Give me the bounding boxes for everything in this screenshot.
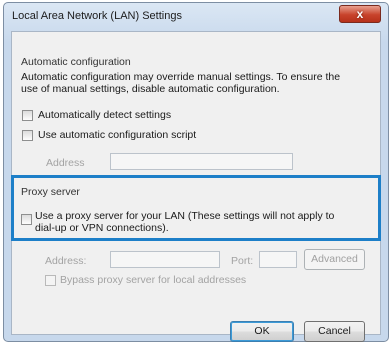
proxy-address-label: Address: — [45, 255, 87, 267]
cancel-button[interactable]: Cancel — [304, 321, 365, 342]
use-proxy-checkbox[interactable] — [21, 214, 32, 225]
use-proxy-label-line1[interactable]: Use a proxy server for your LAN (These s… — [35, 210, 334, 222]
automatic-description-line2: use of manual settings, disable automati… — [21, 83, 280, 95]
lan-settings-dialog: Local Area Network (LAN) Settings x Auto… — [3, 2, 389, 342]
automatic-configuration-group-label: Automatic configuration — [21, 56, 131, 68]
script-address-input[interactable] — [110, 153, 293, 170]
close-button[interactable]: x — [339, 5, 381, 23]
bypass-local-label[interactable]: Bypass proxy server for local addresses — [60, 274, 246, 286]
use-proxy-label-line2[interactable]: dial-up or VPN connections). — [35, 222, 169, 234]
auto-detect-checkbox[interactable] — [22, 110, 33, 121]
ok-button[interactable]: OK — [230, 321, 294, 342]
auto-config-script-checkbox[interactable] — [22, 130, 33, 141]
dialog-title: Local Area Network (LAN) Settings — [12, 10, 182, 22]
dialog-body: Automatic configuration Automatic config… — [11, 31, 381, 342]
proxy-port-label: Port: — [231, 255, 254, 267]
auto-detect-label[interactable]: Automatically detect settings — [38, 109, 171, 121]
close-icon: x — [356, 7, 364, 21]
script-address-label: Address — [46, 157, 85, 169]
proxy-server-group-label: Proxy server — [21, 186, 80, 198]
proxy-port-input[interactable] — [259, 251, 297, 268]
title-bar[interactable]: Local Area Network (LAN) Settings x — [4, 3, 388, 29]
proxy-address-input[interactable] — [110, 251, 220, 268]
advanced-button[interactable]: Advanced — [304, 249, 365, 270]
auto-config-script-label[interactable]: Use automatic configuration script — [38, 129, 196, 141]
bypass-local-checkbox[interactable] — [45, 275, 56, 286]
automatic-description-line1: Automatic configuration may override man… — [21, 71, 341, 83]
